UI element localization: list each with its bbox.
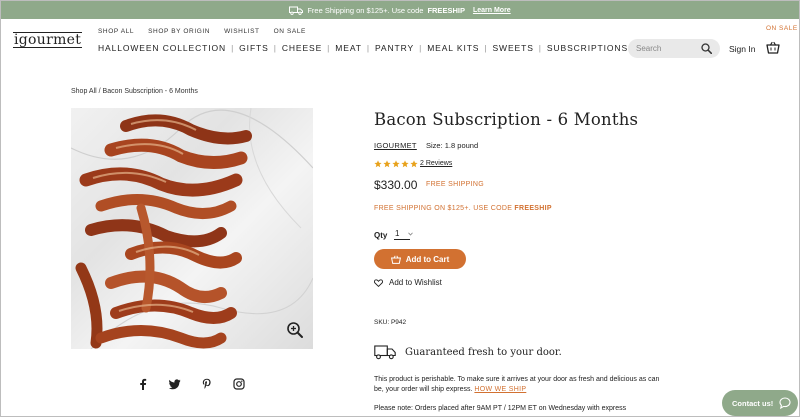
nav-separator: | xyxy=(327,43,331,53)
qty-label: Qty xyxy=(374,231,388,240)
top-link-shop-all[interactable]: SHOP ALL xyxy=(98,28,134,35)
star-icon xyxy=(392,160,400,168)
perishable-notice: This product is perishable. To make sure… xyxy=(374,375,664,395)
chat-bubble-icon xyxy=(779,397,791,409)
delivery-truck-icon xyxy=(374,345,396,360)
twitter-icon[interactable] xyxy=(169,378,181,390)
nav-gifts[interactable]: GIFTS xyxy=(239,43,269,53)
promo-code: FREESHIP xyxy=(427,5,465,15)
breadcrumb: Shop All / Bacon Subscription - 6 Months xyxy=(71,88,198,95)
product-sku: SKU: P942 xyxy=(374,319,407,326)
sign-in-link[interactable]: Sign In xyxy=(729,44,755,54)
top-nav: SHOP ALL SHOP BY ORIGIN WISHLIST ON SALE xyxy=(98,28,306,35)
wishlist-label: Add to Wishlist xyxy=(389,278,442,287)
nav-halloween-collection[interactable]: HALLOWEEN COLLECTION xyxy=(98,43,226,53)
promo-bar: Free Shipping on $125+. Use code FREESHI… xyxy=(1,1,799,19)
star-icon xyxy=(374,160,382,168)
search-placeholder: Search xyxy=(636,44,662,53)
how-we-ship-link[interactable]: HOW WE SHIP xyxy=(474,386,526,393)
learn-more-link[interactable]: Learn More xyxy=(473,7,511,14)
top-link-wishlist[interactable]: WISHLIST xyxy=(224,28,260,35)
contact-us-label: Contact us! xyxy=(732,398,774,408)
nav-separator: | xyxy=(538,43,542,53)
facebook-icon[interactable] xyxy=(137,378,149,390)
nav-separator: | xyxy=(231,43,235,53)
logo[interactable]: igourmet xyxy=(13,32,83,48)
breadcrumb-current: Bacon Subscription - 6 Months xyxy=(102,88,198,95)
contact-us-button[interactable]: Contact us! xyxy=(722,390,798,416)
add-to-wishlist-button[interactable]: Add to Wishlist xyxy=(374,278,442,287)
nav-separator: | xyxy=(419,43,423,53)
breadcrumb-shop-all[interactable]: Shop All xyxy=(71,88,97,95)
nav-separator: | xyxy=(366,43,370,53)
nav-meat[interactable]: MEAT xyxy=(335,43,362,53)
shipping-promo-line: FREE SHIPPING ON $125+. USE CODE FREESHI… xyxy=(374,205,552,212)
search-icon[interactable] xyxy=(701,43,712,54)
shipping-promo-code: FREESHIP xyxy=(514,205,552,212)
nav-sweets[interactable]: SWEETS xyxy=(492,43,533,53)
free-shipping-label: FREE SHIPPING xyxy=(426,181,484,188)
instagram-icon[interactable] xyxy=(233,378,245,390)
nav-meal-kits[interactable]: MEAL KITS xyxy=(427,43,479,53)
nav-subscriptions[interactable]: SUBSCRIPTIONS xyxy=(547,43,628,53)
pinterest-icon[interactable] xyxy=(201,378,213,390)
cart-icon[interactable] xyxy=(766,41,780,55)
star-icon xyxy=(401,160,409,168)
quantity-select[interactable]: 1 xyxy=(394,229,413,240)
bacon-photo xyxy=(71,108,313,349)
product-image[interactable] xyxy=(71,108,313,349)
nav-separator: | xyxy=(273,43,277,53)
product-size: Size: 1.8 pound xyxy=(426,141,479,150)
top-link-on-sale[interactable]: ON SALE xyxy=(274,28,306,35)
brand-link[interactable]: IGOURMET xyxy=(374,141,417,150)
product-price: $330.00 xyxy=(374,178,418,192)
star-icon xyxy=(383,160,391,168)
quantity-value: 1 xyxy=(395,229,400,238)
basket-icon xyxy=(390,255,401,264)
nav-separator: | xyxy=(484,43,488,53)
order-note: Please note: Orders placed after 9AM PT … xyxy=(374,405,627,412)
reviews-link[interactable]: 2 Reviews xyxy=(420,160,452,167)
heart-icon xyxy=(374,278,383,287)
add-to-cart-button[interactable]: Add to Cart xyxy=(374,249,466,269)
star-icon xyxy=(410,160,418,168)
fresh-guarantee-heading: Guaranteed fresh to your door. xyxy=(405,347,562,358)
search-input[interactable]: Search xyxy=(628,39,720,58)
nav-cheese[interactable]: CHEESE xyxy=(282,43,322,53)
product-title: Bacon Subscription - 6 Months xyxy=(374,110,639,129)
promo-text: Free Shipping on $125+. Use code xyxy=(307,5,424,15)
zoom-icon[interactable] xyxy=(286,321,304,339)
shipping-promo-text: FREE SHIPPING ON $125+. USE CODE xyxy=(374,205,515,212)
truck-icon xyxy=(289,6,304,15)
rating-stars[interactable] xyxy=(374,160,418,168)
on-sale-tag[interactable]: ON SALE xyxy=(766,25,798,32)
chevron-down-icon xyxy=(408,232,413,236)
top-link-shop-by-origin[interactable]: SHOP BY ORIGIN xyxy=(148,28,210,35)
nav-pantry[interactable]: PANTRY xyxy=(375,43,414,53)
main-nav: HALLOWEEN COLLECTION | GIFTS | CHEESE | MEA… xyxy=(98,43,628,53)
add-to-cart-label: Add to Cart xyxy=(405,254,450,264)
